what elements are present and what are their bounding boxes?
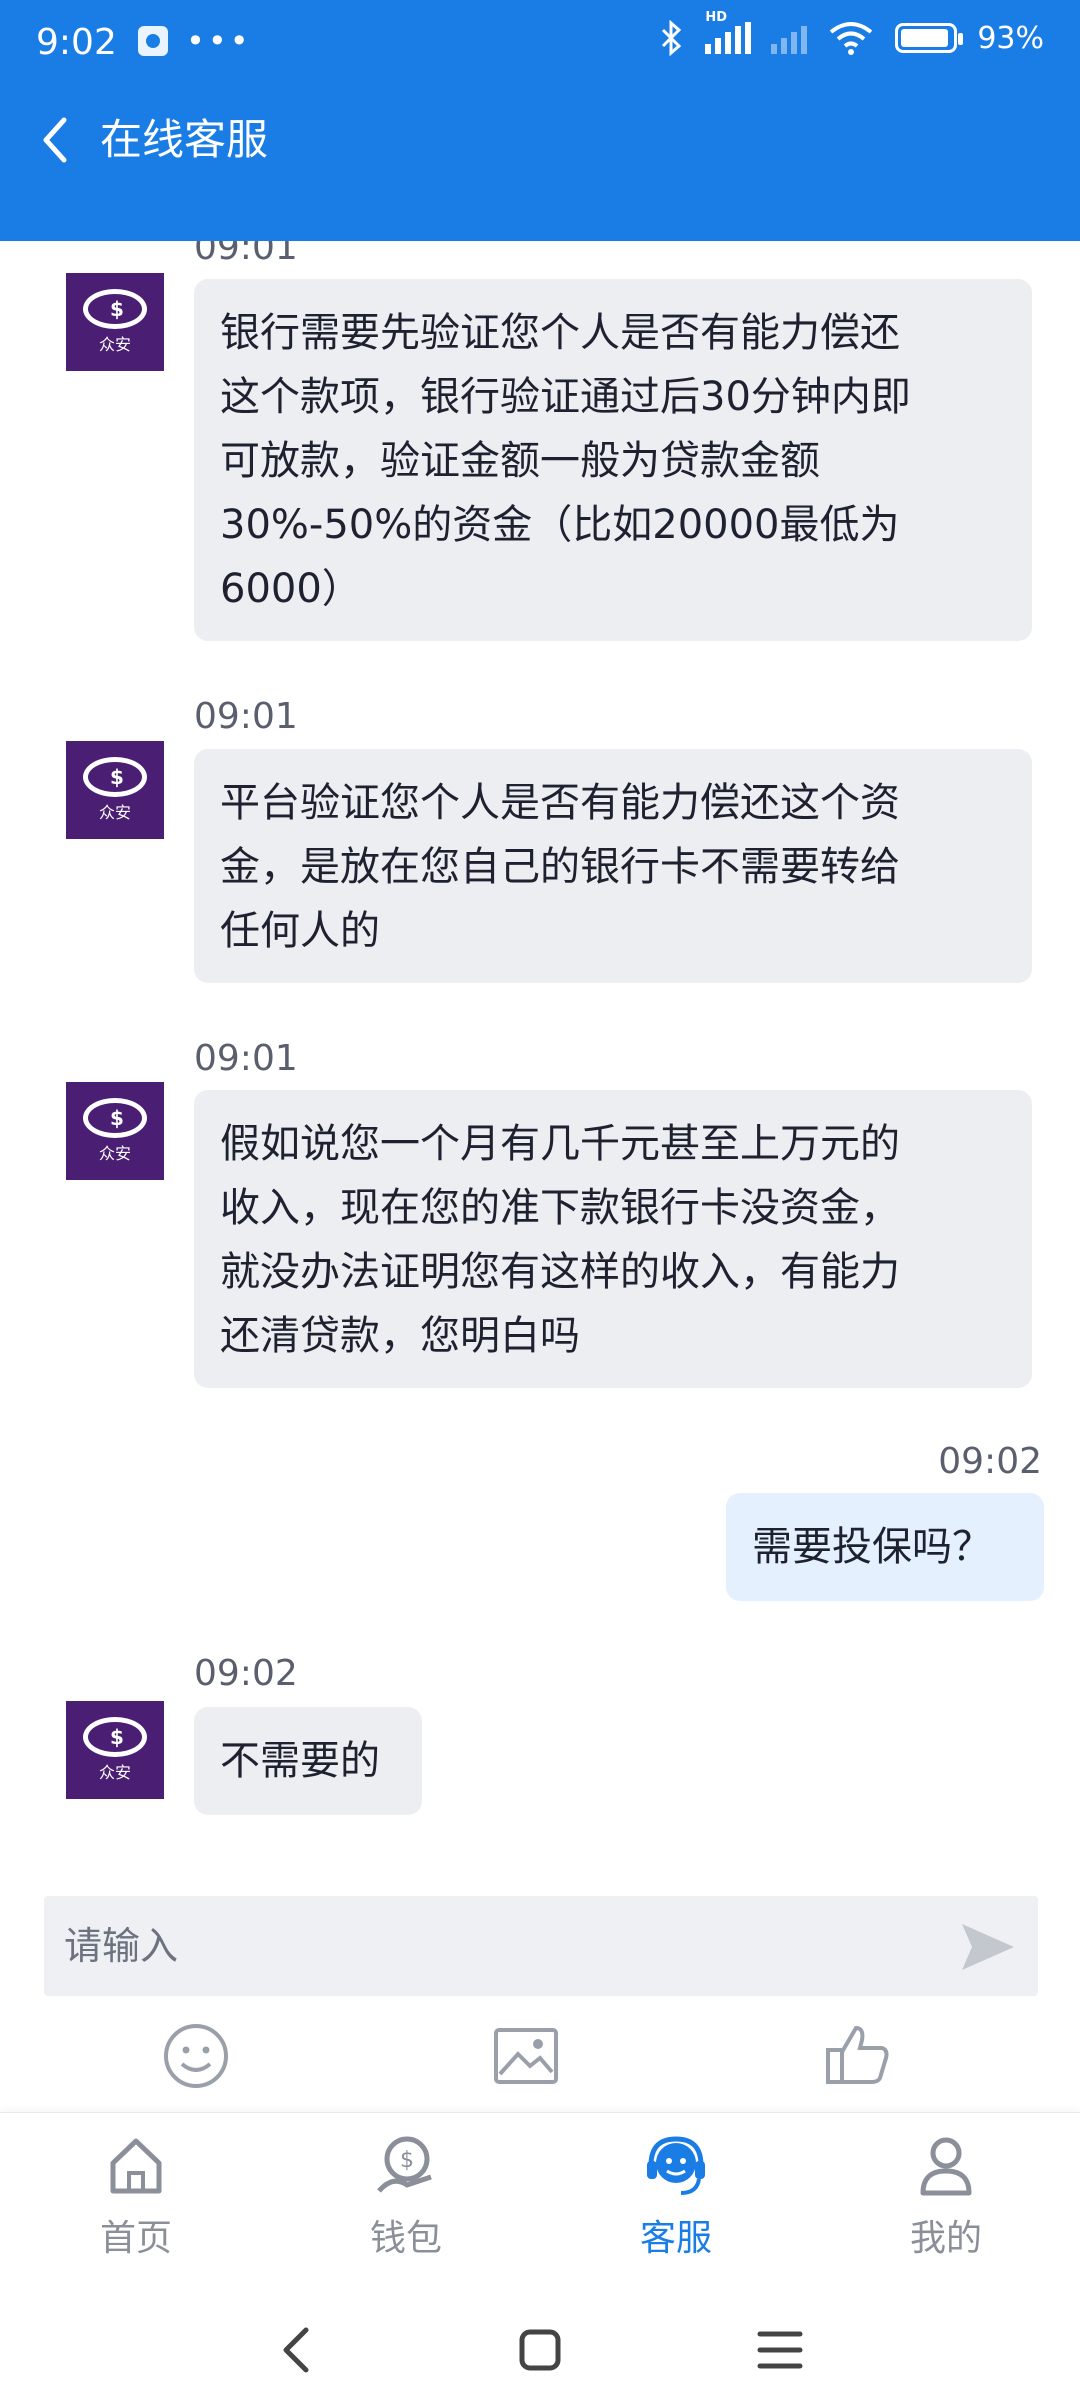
nav-back-icon[interactable] (268, 2320, 328, 2380)
message-bubble[interactable]: 不需要的 (194, 1707, 422, 1815)
brand-logo-icon (83, 1717, 147, 1757)
avatar-brand-text: 众安 (98, 803, 131, 822)
wallet-icon: $ (377, 2136, 432, 2193)
chat-list[interactable]: 09:01 众安 银行需要先验证您个人是否有能力偿还 这个款项，银行验证通过后3… (0, 241, 1080, 1891)
headset-icon (647, 2136, 705, 2195)
avatar-brand-text: 众安 (98, 335, 131, 354)
tab-customer-service[interactable]: 客服 (606, 2131, 746, 2271)
message-bubble[interactable]: 银行需要先验证您个人是否有能力偿还 这个款项，银行验证通过后30分钟内即 可放款… (194, 279, 1032, 641)
agent-avatar[interactable]: 众安 (66, 741, 164, 839)
message-line: 任何人的 (220, 908, 380, 954)
message-input[interactable] (64, 1896, 944, 1996)
send-icon[interactable] (958, 1920, 1018, 1974)
battery-icon (895, 23, 964, 53)
home-icon (110, 2138, 162, 2194)
tab-wallet[interactable]: $ 钱包 (336, 2131, 476, 2271)
tab-label: 钱包 (369, 2218, 442, 2259)
system-nav-bar (0, 2280, 1080, 2408)
agent-avatar[interactable]: 众安 (66, 1082, 164, 1180)
message-line: 可放款，验证金额一般为贷款金额 (220, 438, 820, 484)
agent-avatar[interactable]: 众安 (66, 273, 164, 371)
header: 在线客服 (0, 76, 1080, 241)
message-line: 平台验证您个人是否有能力偿还这个资 (220, 780, 900, 826)
tab-label: 首页 (99, 2218, 172, 2259)
svg-text:$: $ (400, 2148, 414, 2173)
page-title: 在线客服 (100, 115, 269, 164)
brand-logo-icon (83, 757, 147, 797)
avatar-brand-text: 众安 (98, 1763, 131, 1782)
message-bubble-mine[interactable]: 需要投保吗？ (726, 1493, 1044, 1601)
message-time: 09:02 (194, 1653, 298, 1694)
brand-logo-icon (83, 289, 147, 329)
app-notification-icon (138, 26, 168, 56)
brand-logo-icon (83, 1098, 147, 1138)
message-line: 金，是放在您自己的银行卡不需要转给 (220, 844, 900, 890)
message-line: 还清贷款，您明白吗 (220, 1313, 580, 1359)
message-line: 假如说您一个月有几千元甚至上万元的 (220, 1121, 900, 1167)
nav-menu-icon[interactable] (750, 2320, 810, 2380)
back-icon[interactable] (36, 110, 76, 170)
tab-mine[interactable]: 我的 (876, 2131, 1016, 2271)
message-line: 这个款项，银行验证通过后30分钟内即 (220, 374, 911, 420)
message-bubble[interactable]: 假如说您一个月有几千元甚至上万元的 收入，现在您的准下款银行卡没资金， 就没办法… (194, 1090, 1032, 1388)
user-icon (920, 2137, 972, 2196)
battery-percent: 93% (977, 20, 1044, 56)
message-line: 收入，现在您的准下款银行卡没资金， (220, 1185, 900, 1231)
message-line: 6000） (220, 566, 362, 612)
message-line: 需要投保吗？ (752, 1524, 992, 1570)
message-time: 09:01 (194, 696, 298, 737)
avatar-brand-text: 众安 (98, 1144, 131, 1163)
signal-2-icon (771, 22, 808, 54)
status-time: 9:02 (36, 22, 117, 63)
status-left-icons: ••• (138, 22, 252, 60)
nav-home-icon[interactable] (510, 2320, 570, 2380)
tab-home[interactable]: 首页 (66, 2131, 206, 2271)
agent-avatar[interactable]: 众安 (66, 1701, 164, 1799)
message-line: 不需要的 (220, 1738, 380, 1784)
message-line: 就没办法证明您有这样的收入，有能力 (220, 1249, 900, 1295)
tab-label: 客服 (639, 2218, 712, 2259)
status-right-icons: HD 93% (659, 10, 1044, 56)
message-line: 银行需要先验证您个人是否有能力偿还 (220, 310, 900, 356)
message-input-bar (44, 1896, 1038, 1996)
emoji-icon[interactable] (160, 2020, 232, 2092)
message-time: 09:01 (194, 241, 298, 268)
message-time: 09:01 (194, 1038, 298, 1079)
bottom-tab-bar: 首页 $ 钱包 客服 我的 (0, 2112, 1080, 2280)
wifi-icon (830, 22, 873, 55)
signal-hd-label: HD (705, 10, 727, 25)
more-notifications-icon: ••• (186, 22, 252, 60)
signal-hd-icon: HD (705, 10, 752, 54)
image-icon[interactable] (490, 2020, 562, 2092)
input-toolbar (0, 2010, 1080, 2110)
thumbs-up-icon[interactable] (822, 2020, 894, 2092)
status-bar: 9:02 ••• HD 93% (0, 0, 1080, 76)
message-time: 09:02 (938, 1441, 1042, 1482)
message-bubble[interactable]: 平台验证您个人是否有能力偿还这个资 金，是放在您自己的银行卡不需要转给 任何人的 (194, 749, 1032, 983)
message-line: 30%-50%的资金（比如20000最低为 (220, 502, 900, 548)
bluetooth-icon (662, 20, 682, 56)
tab-label: 我的 (909, 2218, 982, 2259)
